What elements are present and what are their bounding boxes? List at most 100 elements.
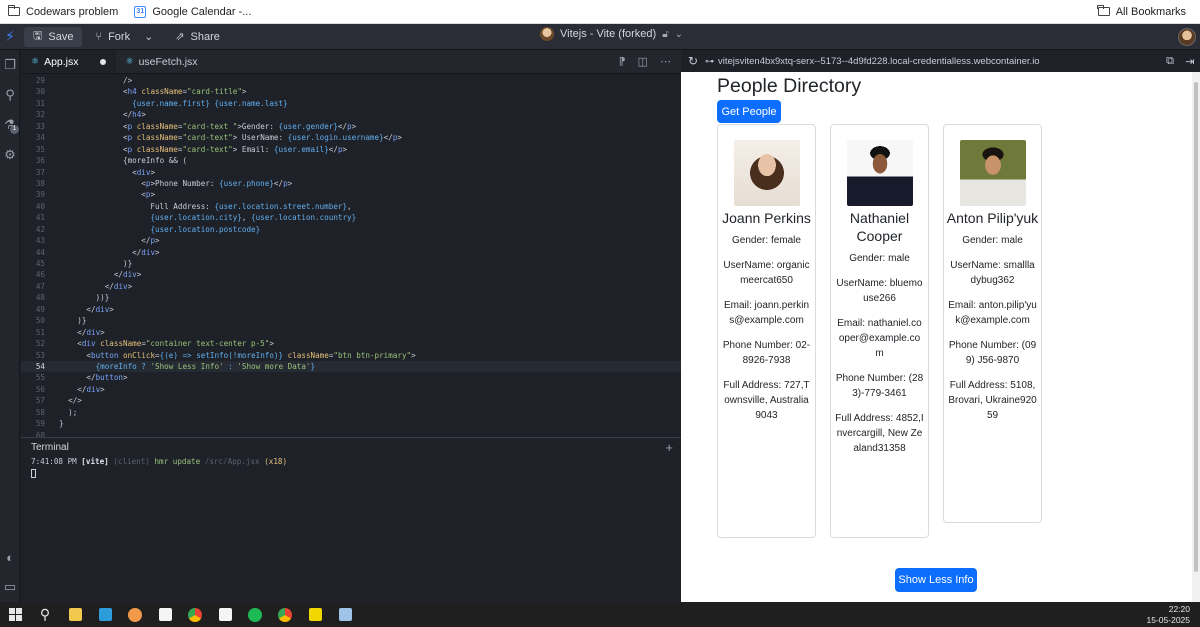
- code-line[interactable]: 55 </button>: [21, 372, 681, 383]
- code-line[interactable]: 39 <p>: [21, 189, 681, 200]
- code-line[interactable]: 52 <div className="container text-center…: [21, 338, 681, 349]
- open-new-window-icon[interactable]: ⧉: [1160, 55, 1180, 68]
- split-editor-icon[interactable]: ◫: [638, 55, 648, 68]
- search-button[interactable]: ⚲: [30, 602, 60, 627]
- line-number: 36: [35, 156, 45, 166]
- card-phone: Phone Number: (283)-779-3461: [835, 373, 924, 399]
- user-avatar[interactable]: [1178, 28, 1196, 46]
- debug-icon[interactable]: ⚗ 1: [0, 110, 20, 140]
- scrollbar-thumb[interactable]: [1194, 82, 1198, 572]
- fork-button[interactable]: ⑂ Fork ⌄: [86, 27, 162, 47]
- sticky-notes-app[interactable]: [300, 602, 330, 627]
- code-line[interactable]: 31 {user.name.first} {user.name.last}: [21, 98, 681, 109]
- start-button[interactable]: [0, 602, 30, 627]
- tab-usefetch-jsx[interactable]: ⚛ useFetch.jsx: [116, 50, 208, 73]
- all-bookmarks[interactable]: All Bookmarks: [1090, 0, 1200, 24]
- person-photo: [959, 140, 1026, 206]
- all-bookmarks-label: All Bookmarks: [1115, 5, 1186, 18]
- system-clock[interactable]: 22:20 15-05-2025: [1147, 604, 1200, 626]
- code-line[interactable]: 51 </div>: [21, 327, 681, 338]
- notes-app[interactable]: [330, 602, 360, 627]
- code-line[interactable]: 43 </p>: [21, 235, 681, 246]
- card-email: Email: joann.perkins@example.com: [723, 300, 810, 326]
- add-terminal-icon[interactable]: +: [665, 440, 681, 455]
- get-people-button[interactable]: Get People: [717, 100, 781, 123]
- windows-taskbar: ⚲ 22:20 15-05-2025: [0, 602, 1200, 627]
- chrome-app[interactable]: [180, 602, 210, 627]
- code-line[interactable]: 50 )}: [21, 315, 681, 326]
- preview-url[interactable]: vitejsviten4bx9xtq-serx--5173--4d9fd228.…: [718, 56, 1160, 67]
- code-line[interactable]: 34 <p className="card-text"> UserName: {…: [21, 132, 681, 143]
- line-source: </div>: [59, 270, 142, 280]
- react-file-icon: ⚛: [31, 56, 40, 66]
- line-source: <button onClick={(e) => setInfo(!moreInf…: [59, 350, 416, 360]
- page-title: People Directory: [717, 75, 862, 97]
- line-source: {moreInfo ? 'Show Less Info' : 'Show mor…: [95, 361, 316, 371]
- bookmark-google-calendar[interactable]: 31 Google Calendar -...: [126, 0, 259, 24]
- code-line[interactable]: 57 </>: [21, 395, 681, 406]
- fork-icon: ⑂: [95, 30, 103, 43]
- bookmark-codewars[interactable]: Codewars problem: [0, 0, 126, 24]
- code-line[interactable]: 54 {moreInfo ? 'Show Less Info' : 'Show …: [21, 360, 681, 373]
- code-line[interactable]: 47 </div>: [21, 281, 681, 292]
- code-line[interactable]: 45 )}: [21, 258, 681, 269]
- close-preview-icon[interactable]: ⇥: [1180, 55, 1200, 68]
- files-icon[interactable]: ❐: [0, 50, 20, 80]
- theme-toggle-icon[interactable]: ◐: [0, 542, 20, 572]
- code-line[interactable]: 44 </div>: [21, 247, 681, 258]
- chrome-profile-app[interactable]: [270, 602, 300, 627]
- code-line[interactable]: 30 <h4 className="card-title">: [21, 86, 681, 97]
- notion-app[interactable]: [150, 602, 180, 627]
- line-source: </p>: [59, 236, 160, 246]
- code-line[interactable]: 48 ))}: [21, 292, 681, 303]
- line-number: 52: [35, 339, 45, 349]
- share-button[interactable]: ⇗ Share: [166, 27, 229, 47]
- code-line[interactable]: 49 </div>: [21, 304, 681, 315]
- refresh-icon[interactable]: ↻: [681, 54, 705, 68]
- line-source: );: [59, 407, 78, 417]
- project-title[interactable]: Vitejs - Vite (forked) 🔓︎ ⌄: [540, 27, 683, 41]
- more-icon[interactable]: ⋯: [660, 55, 671, 68]
- terminal-prompt[interactable]: [21, 467, 681, 478]
- code-line[interactable]: 35 <p className="card-text"> Email: {use…: [21, 144, 681, 155]
- format-icon[interactable]: ⁋: [619, 55, 626, 68]
- show-less-info-button[interactable]: Show Less Info: [895, 568, 977, 592]
- code-line[interactable]: 41 {user.location.city}, {user.location.…: [21, 212, 681, 223]
- code-line[interactable]: 38 <p>Phone Number: {user.phone}</p>: [21, 178, 681, 189]
- code-line[interactable]: 36 {moreInfo && (: [21, 155, 681, 166]
- code-line[interactable]: 32 </h4>: [21, 109, 681, 120]
- code-line[interactable]: 53 <button onClick={(e) => setInfo(!more…: [21, 350, 681, 361]
- site-info-icon[interactable]: ⊶: [705, 56, 714, 67]
- code-line[interactable]: 59}: [21, 418, 681, 429]
- chevron-down-icon[interactable]: ⌄: [144, 30, 153, 43]
- terminal-title: Terminal: [31, 441, 69, 453]
- line-number: 55: [35, 373, 45, 383]
- code-line[interactable]: 58 );: [21, 407, 681, 418]
- code-area[interactable]: 29 /> 30 <h4 className="card-title"> 31 {u…: [21, 75, 681, 440]
- code-line[interactable]: 37 <div>: [21, 167, 681, 178]
- store-app[interactable]: [90, 602, 120, 627]
- line-number: 30: [35, 87, 45, 97]
- firefox-app[interactable]: [120, 602, 150, 627]
- file-explorer-app[interactable]: [60, 602, 90, 627]
- code-line[interactable]: 40 Full Address: {user.location.street.n…: [21, 201, 681, 212]
- code-line[interactable]: 46 </div>: [21, 269, 681, 280]
- line-number: 43: [35, 236, 45, 246]
- preview-scrollbar[interactable]: [1192, 72, 1200, 602]
- code-line[interactable]: 42 {user.location.postcode}: [21, 224, 681, 235]
- card-username: UserName: smallladybug362: [950, 260, 1035, 286]
- bolt-logo-icon[interactable]: ⚡: [0, 24, 20, 50]
- save-label: Save: [48, 30, 74, 43]
- line-source: Full Address: {user.location.street.numb…: [59, 201, 352, 211]
- code-line[interactable]: 29 />: [21, 75, 681, 86]
- search-icon[interactable]: ⚲: [0, 80, 20, 110]
- code-line[interactable]: 56 </div>: [21, 384, 681, 395]
- tab-app-jsx[interactable]: ⚛ App.jsx: [21, 50, 116, 73]
- settings-gear-icon[interactable]: ⚙: [0, 140, 20, 170]
- code-line[interactable]: 33 <p className="card-text ">Gender: {us…: [21, 121, 681, 132]
- notion-app-2[interactable]: [210, 602, 240, 627]
- panel-toggle-icon[interactable]: ▭: [0, 572, 20, 602]
- spotify-app[interactable]: [240, 602, 270, 627]
- line-number: 42: [35, 224, 45, 234]
- save-button[interactable]: 🖫 Save: [24, 26, 83, 47]
